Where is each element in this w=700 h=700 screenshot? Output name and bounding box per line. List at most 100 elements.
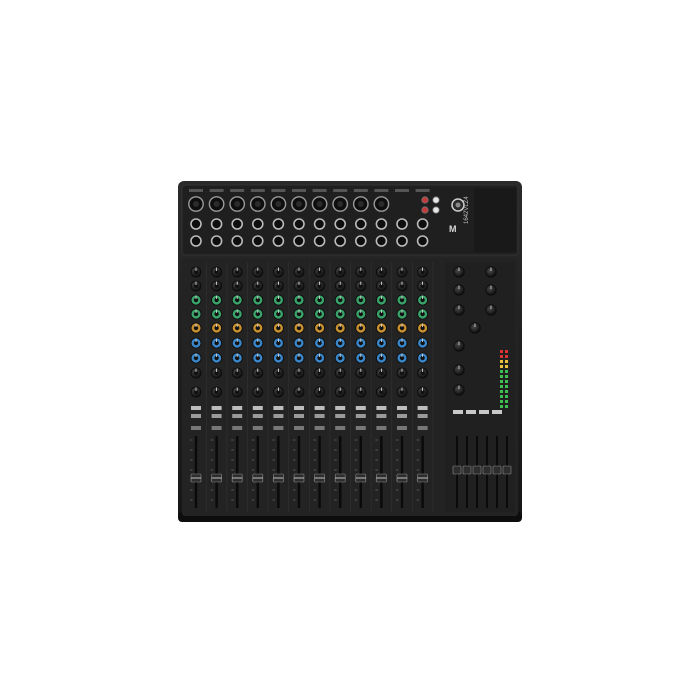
insert-jack xyxy=(334,235,347,247)
line-jack xyxy=(313,218,326,230)
master-fader-cap xyxy=(482,465,492,475)
solo-button xyxy=(314,414,325,418)
meter-led xyxy=(500,375,503,378)
blank-panel xyxy=(474,188,516,252)
insert-jack xyxy=(231,235,243,247)
xlr-jack-center xyxy=(254,201,261,207)
meter-led xyxy=(505,360,508,363)
mute-button xyxy=(252,406,263,410)
insert-jack xyxy=(272,235,285,247)
master-button xyxy=(453,410,463,414)
master-button xyxy=(466,410,476,414)
solo-button xyxy=(191,414,201,418)
fader-track xyxy=(380,436,383,508)
mute-button xyxy=(294,406,304,410)
insert-jack xyxy=(416,235,429,247)
meter-led xyxy=(505,385,508,388)
meter-led xyxy=(505,400,508,403)
input-label-strip xyxy=(312,189,327,192)
fader-track xyxy=(400,436,404,508)
input-label-strip xyxy=(189,189,203,192)
xlr-jack-center xyxy=(337,201,344,207)
input-label-strip xyxy=(292,189,306,192)
meter-led xyxy=(505,405,508,408)
xlr-jack-center xyxy=(316,201,323,207)
meter-led xyxy=(505,390,508,393)
mute-button xyxy=(232,406,243,410)
solo-button xyxy=(232,414,243,418)
fader-track xyxy=(236,436,239,508)
solo-button xyxy=(294,414,304,418)
assign-button xyxy=(252,426,263,430)
assign-button xyxy=(355,426,366,430)
master-button xyxy=(492,410,502,414)
fader-track xyxy=(421,436,424,508)
meter-led xyxy=(500,350,503,353)
xlr-jack-center xyxy=(213,201,220,207)
meter-led xyxy=(500,400,503,403)
master-fader-cap xyxy=(502,465,512,475)
insert-jack xyxy=(396,235,408,247)
assign-button xyxy=(211,426,222,430)
assign-button xyxy=(397,426,407,430)
line-jack xyxy=(416,218,429,230)
master-fader-cap xyxy=(472,465,482,475)
fader-track xyxy=(256,436,259,508)
master-button xyxy=(479,410,489,414)
line-jack xyxy=(293,218,305,230)
line-jack xyxy=(210,218,223,230)
assign-button xyxy=(294,426,304,430)
mute-button xyxy=(191,406,201,410)
mute-button xyxy=(211,406,222,410)
mute-button xyxy=(335,406,346,410)
solo-button xyxy=(273,414,284,418)
insert-jack xyxy=(313,235,326,247)
insert-jack xyxy=(354,235,367,247)
line-jack xyxy=(354,218,367,230)
assign-button xyxy=(191,426,201,430)
meter-led xyxy=(500,385,503,388)
rca-jack xyxy=(432,196,440,204)
line-jack xyxy=(396,218,408,230)
master-fader-cap xyxy=(462,465,472,475)
fader-track xyxy=(359,436,362,508)
product-photo: M 1642VLZ4 xyxy=(0,0,700,700)
line-jack xyxy=(190,218,202,230)
insert-jack xyxy=(293,235,305,247)
meter-led xyxy=(500,405,503,408)
xlr-jack-center xyxy=(234,201,241,207)
input-label-strip xyxy=(395,189,409,192)
input-label-strip xyxy=(333,189,348,192)
fader-track xyxy=(297,436,301,508)
assign-button xyxy=(417,426,428,430)
assign-button xyxy=(335,426,346,430)
assign-button xyxy=(232,426,243,430)
meter-led xyxy=(500,365,503,368)
fader-track xyxy=(339,436,342,508)
insert-jack xyxy=(190,235,202,247)
power-connector-pin xyxy=(455,202,461,208)
mute-button xyxy=(355,406,366,410)
rca-jack xyxy=(421,206,429,214)
xlr-jack-center xyxy=(296,201,302,207)
mixer-console: M 1642VLZ4 xyxy=(178,181,522,522)
master-fader-cap xyxy=(452,465,462,475)
mute-button xyxy=(417,406,428,410)
mute-button xyxy=(397,406,407,410)
input-label-strip xyxy=(374,189,389,192)
meter-led xyxy=(505,365,508,368)
meter-led xyxy=(500,395,503,398)
mute-button xyxy=(273,406,284,410)
solo-button xyxy=(335,414,346,418)
fader-track xyxy=(215,436,218,508)
meter-led xyxy=(505,375,508,378)
brand-logo: M xyxy=(449,224,457,234)
meter-led xyxy=(500,370,503,373)
fader-track xyxy=(277,436,280,508)
model-label: 1642VLZ4 xyxy=(464,196,470,224)
line-jack xyxy=(334,218,347,230)
insert-jack xyxy=(251,235,264,247)
rca-jack xyxy=(421,196,429,204)
insert-jack xyxy=(375,235,388,247)
meter-led xyxy=(505,355,508,358)
